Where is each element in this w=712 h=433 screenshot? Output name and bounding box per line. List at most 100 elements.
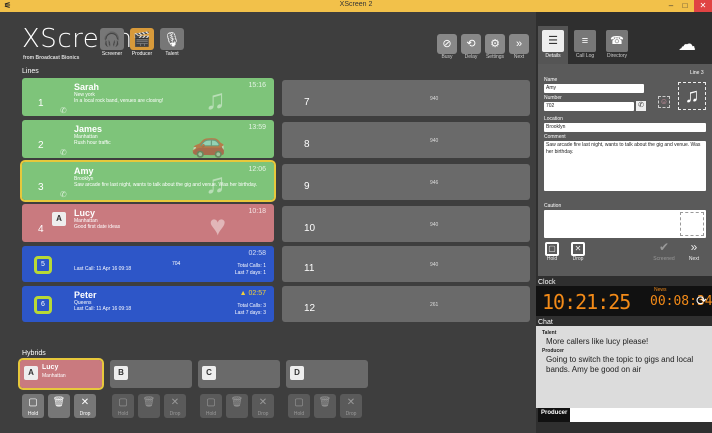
cloud-download-icon[interactable]: ☁ (678, 34, 696, 55)
line-card-4[interactable]: 4 A Lucy Manhattan Good first date ideas… (22, 204, 274, 242)
line-number-badge: 6 (34, 296, 52, 314)
details-hold-button[interactable]: ▢ Hold (540, 242, 564, 262)
producer-mode-button[interactable]: 🎬 Producer (128, 28, 156, 60)
total-calls: Total Calls: 1 (237, 263, 266, 269)
hybrid-trash-button[interactable]: 🗑 (314, 394, 336, 418)
news-label: News (654, 287, 667, 293)
hybrid-card[interactable]: D (286, 360, 368, 388)
busy-icon: ⊘ (437, 34, 457, 54)
hybrid-drop-button[interactable]: Drop ✕ (252, 394, 274, 418)
hybrid-card[interactable]: B (110, 360, 192, 388)
hybrid-hold-button[interactable]: Hold ▢ (22, 394, 44, 418)
phone-icon: ✆ (60, 148, 67, 157)
busy-button[interactable]: ⊘ Busy (436, 34, 458, 64)
next-button[interactable]: » Next (508, 34, 530, 64)
line-number: 7 (304, 97, 310, 108)
hybrid-d: D Hold ▢ 🗑 Drop ✕ (286, 360, 368, 420)
clock-heading: Clock (538, 279, 556, 286)
tab-details-label: Details (545, 53, 561, 59)
hybrid-drop-button[interactable]: Drop ✕ (340, 394, 362, 418)
settings-button[interactable]: ⚙ Settings (484, 34, 506, 64)
hybrid-caller-name: Lucy (42, 364, 59, 371)
screened-button[interactable]: ✔ Screened (652, 241, 676, 262)
phone-lookup-icon[interactable]: ✆ (636, 101, 646, 111)
caller-name: Amy (74, 166, 94, 176)
call-totals: Total Calls: 1 Last 7 days: 1 (235, 263, 266, 277)
talent-mode-button[interactable]: 🎙 Talent (158, 28, 186, 60)
tab-directory[interactable]: ☎ Directory (602, 26, 632, 64)
lines-heading: Lines (22, 68, 39, 75)
hybrid-trash-button[interactable]: 🗑 (226, 394, 248, 418)
next-label: Next (513, 54, 525, 60)
drop-label: Drop (169, 411, 181, 417)
line-card-7[interactable]: 7 940 (282, 80, 530, 116)
tab-call-log-label: Call Log (575, 53, 595, 59)
line-card-12[interactable]: 12 261 (282, 286, 530, 322)
headphones-icon: 🎧 (100, 28, 124, 50)
number-field[interactable]: 702 (544, 102, 634, 111)
hybrid-drop-button[interactable]: Drop ✕ (164, 394, 186, 418)
hybrid-drop-button[interactable]: Drop ✕ (74, 394, 96, 418)
location-field[interactable]: Brooklyn (544, 123, 706, 132)
tab-call-log[interactable]: ≡ Call Log (570, 26, 600, 64)
chat-input[interactable]: Producer (538, 408, 712, 422)
line-card-9[interactable]: 9 946 (282, 164, 530, 200)
tab-directory-label: Directory (606, 53, 627, 59)
close-button[interactable]: ✕ (694, 0, 712, 12)
hybrid-hold-button[interactable]: Hold ▢ (288, 394, 310, 418)
caller-comment: Rush hour traffic (74, 140, 111, 146)
image-drop-zone[interactable] (680, 212, 704, 236)
chat-role-label: Producer (538, 408, 571, 422)
hybrid-c: C Hold ▢ 🗑 Drop ✕ (198, 360, 280, 420)
last-call: Last Call: 11 Apr 16 09:18 (74, 266, 132, 272)
chat-heading: Chat (538, 319, 553, 326)
delay-button[interactable]: ⟲ Delay (460, 34, 482, 64)
line-card-8[interactable]: 8 940 (282, 122, 530, 158)
hold-icon: ▢ (545, 242, 559, 256)
delay-icon: ⟲ (461, 34, 481, 54)
details-drop-button[interactable]: ✕ Drop (566, 242, 590, 262)
chat-sender: Talent (542, 330, 557, 336)
hybrid-trash-button[interactable]: 🗑 (138, 394, 160, 418)
drop-label: Drop (572, 256, 584, 262)
clock-time: 10:21:25 (542, 290, 631, 314)
line-card-5[interactable]: 5 Last Call: 11 Apr 16 09:18 704 02:58 T… (22, 246, 274, 282)
line-card-3[interactable]: 3 ✆ Amy Brooklyn Saw arcade fire last ni… (20, 160, 276, 202)
avatar[interactable]: ☺ (658, 96, 670, 108)
music-icon[interactable]: ♫ (678, 82, 706, 110)
caller-name: James (74, 124, 103, 134)
hybrid-hold-button[interactable]: Hold ▢ (112, 394, 134, 418)
hybrid-trash-button[interactable]: 🗑 (48, 394, 70, 418)
call-timer: 15:16 (248, 82, 266, 89)
line-card-2[interactable]: 2 ✆ James Manhattan Rush hour traffic 🚗 … (22, 120, 274, 158)
minimize-button[interactable]: – (664, 0, 678, 12)
name-label: Name (544, 77, 558, 83)
hybrid-card[interactable]: C (198, 360, 280, 388)
line-label: Line 3 (690, 70, 704, 76)
clock-display: 10:21:25 News 00:08:34 ⟳ (536, 286, 712, 316)
comment-field[interactable]: Saw arcade fire last night, wants to tal… (544, 141, 706, 191)
hybrid-tag: A (52, 212, 66, 226)
tab-details[interactable]: ☰ Details (538, 26, 568, 64)
line-card-6[interactable]: 6 Peter Queens Last Call: 11 Apr 16 09:1… (22, 286, 274, 322)
name-field[interactable]: Amy (544, 84, 644, 93)
details-next-button[interactable]: » Next (682, 241, 706, 262)
close-icon: ✕ (571, 242, 585, 256)
logo-subtitle: from Broadcast Bionics (23, 55, 80, 61)
call-timer: 12:06 (248, 166, 266, 173)
maximize-button[interactable]: □ (678, 0, 692, 12)
clock-sync-icon[interactable]: ⟳ (696, 293, 707, 309)
chat-log: Talent More callers like lucy please! Pr… (536, 326, 712, 408)
line-number: 2 (38, 140, 44, 151)
hybrid-card[interactable]: A Lucy Manhattan (18, 358, 104, 390)
line-card-10[interactable]: 10 940 (282, 206, 530, 242)
caller-comment: Saw arcade fire last night, wants to tal… (74, 182, 258, 188)
line-card-11[interactable]: 11 940 (282, 246, 530, 282)
hybrid-hold-button[interactable]: Hold ▢ (200, 394, 222, 418)
hold-label: Hold (293, 411, 305, 417)
last-call: Last Call: 11 Apr 16 09:18 (74, 306, 132, 312)
line-number: 12 (304, 303, 316, 314)
line-card-1[interactable]: 1 ✆ Sarah New york In a local rock band,… (22, 78, 274, 116)
screener-mode-button[interactable]: 🎧 Screener (98, 28, 126, 60)
busy-label: Busy (441, 54, 453, 60)
